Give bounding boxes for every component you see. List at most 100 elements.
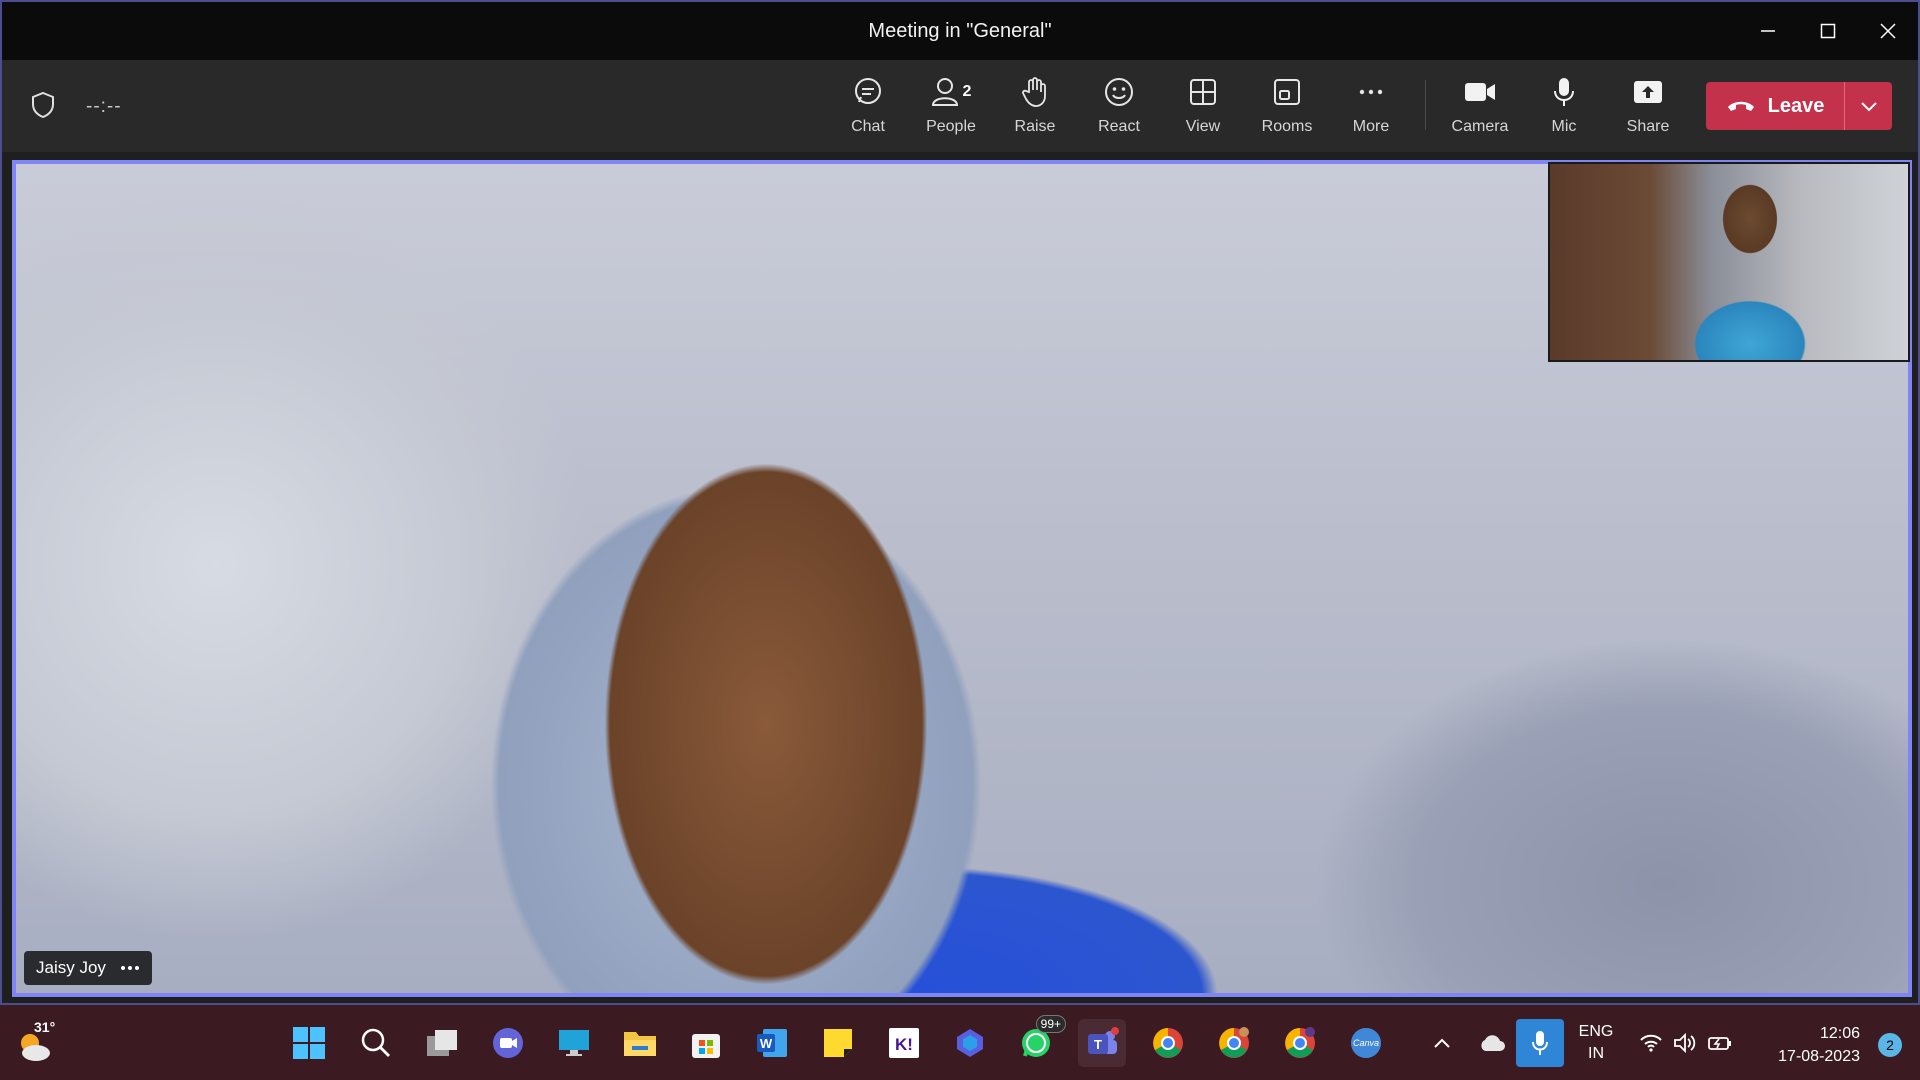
more-button[interactable]: More [1331,74,1411,144]
canva-app[interactable]: Canva [1342,1019,1390,1067]
notification-badge[interactable]: 2 [1878,1033,1902,1057]
sticky-notes-app[interactable] [814,1019,862,1067]
store-app[interactable] [682,1019,730,1067]
title-bar: Meeting in "General" [2,2,1918,60]
share-icon [1630,74,1666,110]
clock[interactable]: 12:06 17-08-2023 [1778,1022,1860,1068]
camera-button[interactable]: Camera [1440,74,1520,144]
language-indicator[interactable]: ENG IN [1568,1019,1624,1067]
self-view-video[interactable] [1548,162,1910,362]
file-explorer-app[interactable] [616,1019,664,1067]
word-icon: W [757,1029,787,1057]
teams-app[interactable]: T [1078,1019,1126,1067]
meeting-toolbar: --:-- Chat 2 People Raise React View Roo… [2,60,1918,152]
more-icon [1353,74,1389,110]
volume-icon [1674,1033,1696,1053]
react-button[interactable]: React [1079,74,1159,144]
cloud-icon [1481,1035,1505,1051]
teams-icon: T [1088,1027,1119,1054]
search-icon [361,1028,390,1057]
copilot-icon [957,1029,983,1057]
more-label: More [1352,118,1390,135]
quick-settings-tray[interactable] [1634,1019,1738,1067]
chrome-app-1[interactable] [1144,1019,1192,1067]
lang-top: ENG [1578,1023,1614,1040]
wifi-icon [1640,1034,1662,1052]
hang-up-icon [1727,101,1754,111]
show-hidden-icons-button[interactable] [1424,1019,1460,1067]
mic-in-use-tray[interactable] [1516,1019,1564,1067]
chrome-icon [1219,1027,1249,1058]
kahoot-app[interactable]: K! [880,1019,928,1067]
participant-name-tag[interactable]: Jaisy Joy [24,951,152,985]
smile-icon [1101,74,1137,110]
folder-icon [624,1032,656,1056]
word-app[interactable]: W [748,1019,796,1067]
clock-date: 17-08-2023 [1778,1048,1860,1065]
window-controls [1738,2,1918,60]
chrome-app-2[interactable] [1210,1019,1258,1067]
video-chat-app[interactable] [484,1019,532,1067]
mic-label: Mic [1551,118,1577,135]
chrome-icon [1153,1028,1183,1058]
mic-icon [1546,74,1582,110]
mic-icon [1532,1031,1548,1055]
window-title: Meeting in "General" [868,19,1052,42]
leave-control: Leave [1706,82,1892,130]
chat-button[interactable]: Chat [828,74,908,144]
camera-icon [1462,74,1498,110]
chevron-up-icon [1434,1038,1450,1048]
more-options-icon[interactable] [120,965,140,971]
desktop-app[interactable] [550,1019,598,1067]
leave-options-button[interactable] [1845,82,1892,130]
kahoot-icon: K! [889,1028,919,1058]
view-label: View [1185,118,1221,135]
task-view-icon [427,1030,457,1056]
teams-meeting-window: Meeting in "General" --:-- Chat 2 People… [0,0,1920,1005]
raise-hand-button[interactable]: Raise [995,74,1075,144]
video-chat-icon [493,1028,523,1058]
leave-label: Leave [1767,94,1825,117]
maximize-icon[interactable] [1798,2,1858,60]
leave-button[interactable]: Leave [1706,82,1844,130]
search-button[interactable] [352,1019,400,1067]
clock-time: 12:06 [1819,1025,1860,1042]
hand-icon [1017,74,1053,110]
close-icon[interactable] [1858,2,1918,60]
sticky-notes-icon [824,1029,852,1057]
grid-icon [1185,74,1221,110]
onedrive-tray[interactable] [1472,1019,1512,1067]
svg-text:T: T [1094,1037,1102,1052]
rooms-icon [1269,74,1305,110]
react-label: React [1098,118,1140,135]
lang-bottom: IN [1588,1045,1604,1062]
copilot-app[interactable] [946,1019,994,1067]
mic-button[interactable]: Mic [1524,74,1604,144]
people-button[interactable]: 2 People [911,74,991,144]
meeting-timer: --:-- [86,96,122,117]
chrome-icon [1285,1027,1315,1058]
view-button[interactable]: View [1163,74,1243,144]
people-icon: 2 [926,74,976,110]
monitor-icon [559,1030,589,1056]
chevron-down-icon [1860,102,1877,112]
raise-label: Raise [1014,118,1056,135]
store-icon [692,1034,720,1058]
rooms-button[interactable]: Rooms [1247,74,1327,144]
minimize-icon[interactable] [1738,2,1798,60]
start-button[interactable] [285,1019,333,1067]
canva-label: Canva [1352,1038,1379,1048]
chat-label: Chat [851,118,885,135]
chat-icon [850,74,886,110]
whatsapp-badge: 99+ [1035,1015,1066,1033]
chrome-app-3[interactable] [1276,1019,1324,1067]
participant-name: Jaisy Joy [36,958,106,977]
toolbar-divider [1425,80,1426,130]
share-button[interactable]: Share [1608,74,1688,144]
task-view-button[interactable] [418,1019,466,1067]
people-count: 2 [962,83,972,100]
whatsapp-app[interactable]: 99+ [1012,1015,1066,1067]
people-label: People [926,118,976,135]
shield-icon [32,91,54,119]
windows-icon [293,1027,325,1059]
